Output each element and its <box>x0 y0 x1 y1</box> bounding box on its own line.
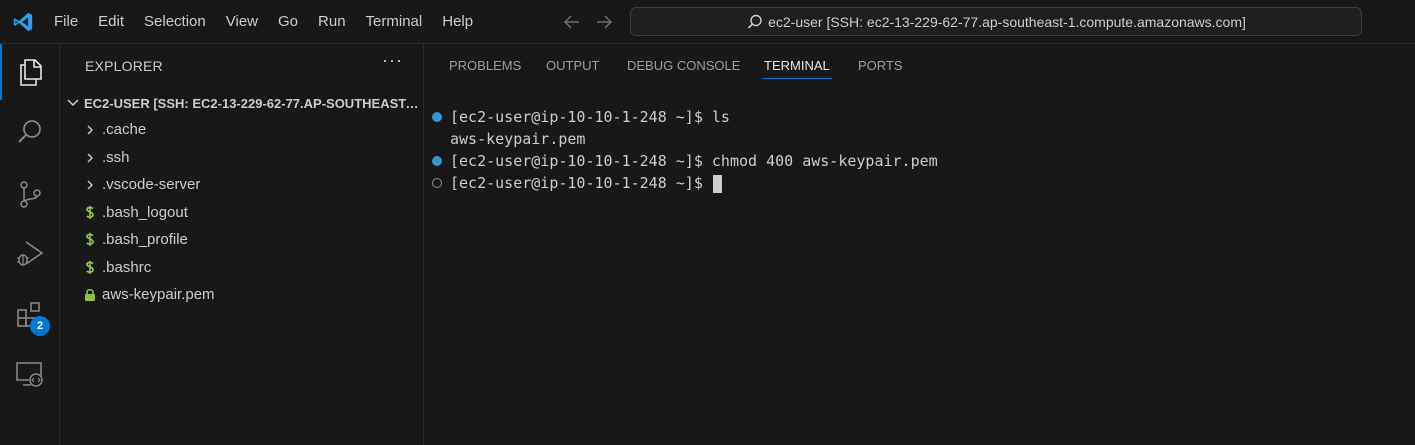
explorer-sidebar: EXPLORER ··· EC2-USER [SSH: EC2-13-229-6… <box>60 44 424 445</box>
menu-selection[interactable]: Selection <box>134 0 216 44</box>
chevron-down-icon <box>67 99 79 107</box>
source-control-icon <box>20 181 41 208</box>
menu-file[interactable]: File <box>44 0 88 44</box>
command-center-label: ec2-user [SSH: ec2-13-229-62-77.ap-south… <box>768 13 1246 30</box>
terminal-line: [ec2-user@ip-10-10-1-248 ~]$ chmod 400 a… <box>450 152 938 170</box>
menu-bar: File Edit Selection View Go Run Terminal… <box>44 0 483 44</box>
tab-output[interactable]: OUTPUT <box>546 44 599 88</box>
vscode-logo-icon <box>13 12 33 32</box>
tree-item-aws-keypair[interactable]: aws-keypair.pem <box>60 281 424 308</box>
tree-item-bashrc[interactable]: .bashrc <box>60 254 424 281</box>
tree-item-label: .bash_profile <box>102 231 188 248</box>
chevron-right-icon <box>82 122 98 138</box>
chevron-right-icon <box>82 177 98 193</box>
tab-problems[interactable]: PROBLEMS <box>449 44 521 88</box>
menu-edit[interactable]: Edit <box>88 0 134 44</box>
menu-view[interactable]: View <box>216 0 268 44</box>
terminal-line: aws-keypair.pem <box>450 130 586 148</box>
tree-item-label: aws-keypair.pem <box>102 286 215 303</box>
command-success-decoration[interactable] <box>432 112 442 122</box>
back-arrow-icon[interactable] <box>562 12 582 32</box>
dollar-icon <box>82 205 98 221</box>
tree-item-bash-logout[interactable]: .bash_logout <box>60 199 424 226</box>
tree-item-cache[interactable]: .cache <box>60 116 424 143</box>
activity-run-debug[interactable] <box>0 226 60 282</box>
search-icon <box>18 120 41 143</box>
run-debug-icon <box>17 241 44 266</box>
tree-item-label: .bash_logout <box>102 204 188 221</box>
workspace-root[interactable]: EC2-USER [SSH: EC2-13-229-62-77.AP-SOUTH… <box>60 92 424 114</box>
menu-help[interactable]: Help <box>432 0 483 44</box>
tab-terminal[interactable]: TERMINAL <box>764 44 830 88</box>
panel: PROBLEMS OUTPUT DEBUG CONSOLE TERMINAL P… <box>424 44 1415 445</box>
extensions-badge: 2 <box>30 316 50 336</box>
search-icon <box>748 14 762 29</box>
terminal-prompt-line: [ec2-user@ip-10-10-1-248 ~]$ <box>450 172 722 194</box>
menu-terminal[interactable]: Terminal <box>356 0 433 44</box>
activity-extensions[interactable]: 2 <box>0 288 60 344</box>
menu-run[interactable]: Run <box>308 0 356 44</box>
tree-item-label: .vscode-server <box>102 176 201 193</box>
tree-item-ssh[interactable]: .ssh <box>60 144 424 171</box>
tree-item-label: .ssh <box>102 149 130 166</box>
tree-item-label: .cache <box>102 121 147 138</box>
command-center[interactable]: ec2-user [SSH: ec2-13-229-62-77.ap-south… <box>630 7 1362 36</box>
dollar-icon <box>82 260 98 276</box>
tree-item-label: .bashrc <box>102 259 152 276</box>
tree-item-vscode-server[interactable]: .vscode-server <box>60 171 424 198</box>
chevron-right-icon <box>82 150 98 166</box>
terminal-cursor <box>712 174 722 193</box>
explorer-title: EXPLORER <box>85 58 163 74</box>
forward-arrow-icon[interactable] <box>594 12 614 32</box>
more-actions-button[interactable]: ··· <box>382 50 403 71</box>
activity-remote-explorer[interactable] <box>0 346 60 402</box>
activity-search[interactable] <box>0 104 60 160</box>
menu-go[interactable]: Go <box>268 0 308 44</box>
terminal-prompt: [ec2-user@ip-10-10-1-248 ~]$ <box>450 174 712 192</box>
dollar-icon <box>82 232 98 248</box>
activity-explorer[interactable] <box>0 44 60 100</box>
tab-debug-console[interactable]: DEBUG CONSOLE <box>627 44 740 88</box>
terminal-line: [ec2-user@ip-10-10-1-248 ~]$ ls <box>450 108 730 126</box>
explorer-icon <box>20 59 42 86</box>
tree-item-bash-profile[interactable]: .bash_profile <box>60 226 424 253</box>
title-bar: File Edit Selection View Go Run Terminal… <box>0 0 1415 44</box>
command-pending-decoration[interactable] <box>432 178 442 188</box>
workspace-root-label: EC2-USER [SSH: EC2-13-229-62-77.AP-SOUTH… <box>84 95 420 111</box>
remote-explorer-icon <box>16 362 43 387</box>
activity-source-control[interactable] <box>0 166 60 222</box>
active-tab-indicator <box>762 78 832 79</box>
tab-ports[interactable]: PORTS <box>858 44 903 88</box>
activity-bar: 2 <box>0 44 60 445</box>
command-success-decoration[interactable] <box>432 156 442 166</box>
lock-icon <box>82 287 98 303</box>
